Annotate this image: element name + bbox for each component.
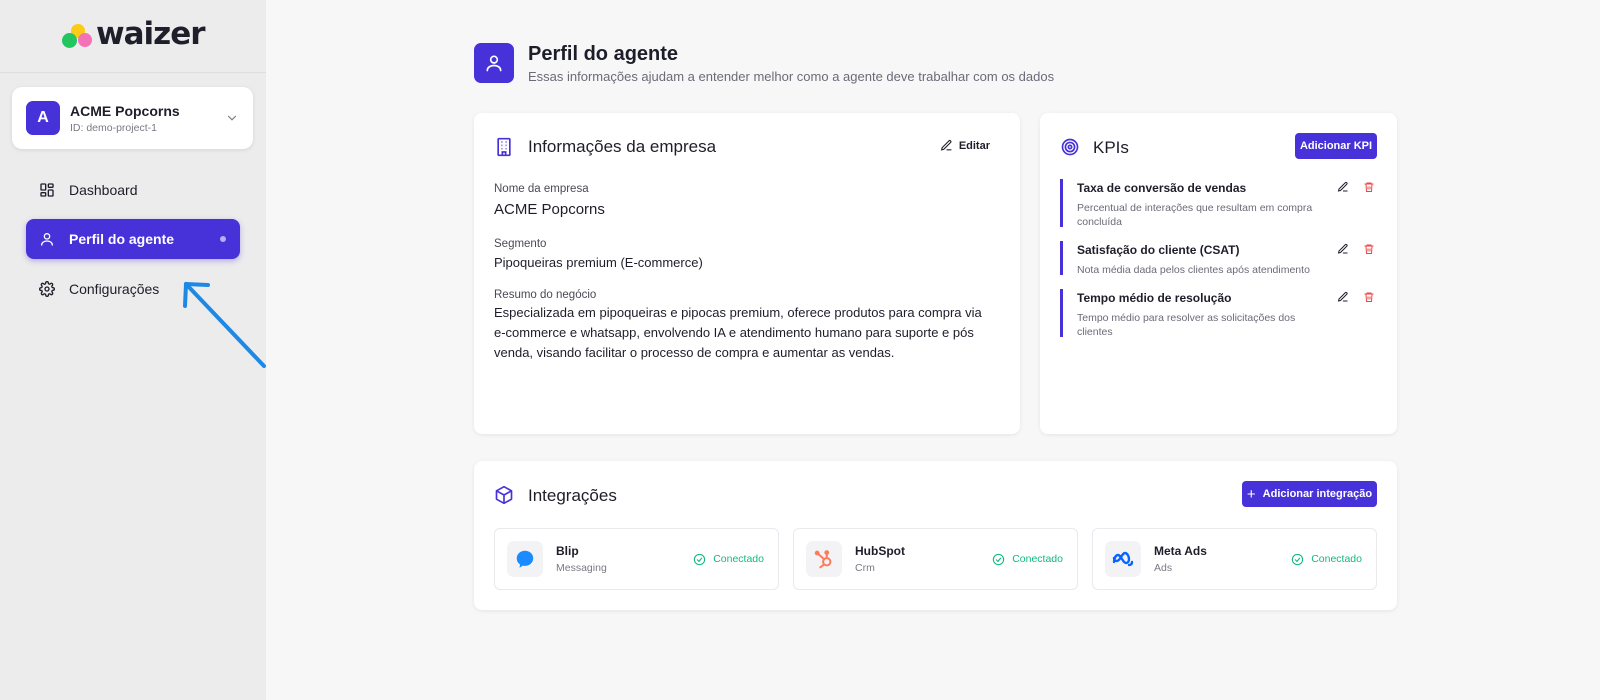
company-name-label: Nome da empresa	[494, 183, 589, 195]
page-subtitle: Essas informações ajudam a entender melh…	[528, 69, 1055, 84]
project-id: ID: demo-project-1	[70, 121, 157, 134]
annotation-arrow-icon	[183, 282, 266, 368]
user-icon	[486, 55, 502, 72]
add-kpi-button[interactable]: Adicionar KPI	[1295, 133, 1377, 159]
kpis-card-title: KPIs	[1093, 138, 1129, 157]
integration-item-blip[interactable]: Blip Messaging Conectado	[494, 528, 779, 590]
integration-item-meta-ads[interactable]: Meta Ads Ads Conectado	[1092, 528, 1377, 590]
gear-icon	[39, 281, 55, 297]
kpi-description: Percentual de interações que resultam em…	[1077, 202, 1313, 228]
plus-icon: +	[1246, 485, 1256, 503]
trash-icon[interactable]	[1363, 291, 1375, 303]
kpi-item: Taxa de conversão de vendas Percentual d…	[1060, 179, 1375, 228]
trash-icon[interactable]	[1363, 243, 1375, 255]
segment-label: Segmento	[494, 238, 547, 250]
kpi-name: Satisfação do cliente (CSAT)	[1077, 243, 1240, 257]
kpi-item: Tempo médio de resolução Tempo médio par…	[1060, 289, 1375, 338]
status-text: Conectado	[713, 553, 764, 565]
user-icon	[41, 233, 53, 246]
business-summary-value: Especializada em pipoqueiras e pipocas p…	[494, 305, 982, 360]
integration-name: Blip	[556, 544, 579, 558]
integration-name: Meta Ads	[1154, 544, 1207, 558]
blip-logo-icon	[507, 541, 543, 577]
kpi-description: Nota média dada pelos clientes após aten…	[1077, 264, 1310, 276]
project-name: ACME Popcorns	[70, 102, 180, 119]
project-selector[interactable]: A ACME Popcorns ID: demo-project-1	[12, 87, 253, 149]
kpis-card: KPIs Adicionar KPI Taxa de conversão de …	[1040, 113, 1397, 434]
integration-type: Crm	[855, 562, 875, 574]
active-indicator-dot	[220, 236, 226, 242]
trash-icon[interactable]	[1363, 181, 1375, 193]
logo-text: waizer	[96, 16, 206, 52]
company-card-title: Informações da empresa	[528, 137, 717, 156]
integration-type: Ads	[1154, 562, 1173, 574]
sidebar-item-label: Configurações	[69, 281, 160, 297]
sidebar-item-label: Dashboard	[69, 182, 138, 198]
page-title: Perfil do agente	[528, 43, 679, 65]
add-integration-label: Adicionar integração	[1262, 488, 1373, 500]
integration-type: Messaging	[556, 562, 607, 574]
sidebar: waizer A ACME Popcorns ID: demo-project-…	[0, 0, 266, 700]
check-circle-icon	[694, 553, 706, 565]
status-badge: Conectado	[1291, 553, 1362, 566]
package-icon	[495, 485, 513, 505]
logo-mark-icon	[60, 19, 94, 49]
status-badge: Conectado	[693, 553, 764, 566]
edit-label: Editar	[958, 139, 990, 152]
check-circle-icon	[993, 553, 1005, 565]
status-badge: Conectado	[992, 553, 1063, 566]
edit-icon[interactable]	[1337, 243, 1349, 255]
hubspot-logo-icon	[806, 541, 842, 577]
kpi-description: Tempo médio para resolver as solicitaçõe…	[1077, 312, 1296, 338]
business-summary-label: Resumo do negócio	[494, 289, 597, 301]
sidebar-item-dashboard[interactable]: Dashboard	[26, 170, 240, 210]
meta-logo-icon	[1105, 541, 1141, 577]
status-text: Conectado	[1311, 553, 1362, 565]
add-integration-button[interactable]: + Adicionar integração	[1242, 481, 1377, 507]
integrations-card: Integrações + Adicionar integração Blip …	[474, 461, 1397, 610]
status-text: Conectado	[1012, 553, 1063, 565]
project-avatar: A	[26, 101, 60, 135]
integration-name: HubSpot	[855, 544, 905, 558]
edit-icon[interactable]	[1337, 291, 1349, 303]
waizer-logo[interactable]: waizer	[60, 16, 206, 52]
sidebar-divider	[0, 72, 266, 73]
edit-company-button[interactable]: Editar	[940, 139, 990, 152]
integration-item-hubspot[interactable]: HubSpot Crm Conectado	[793, 528, 1078, 590]
chevron-down-icon	[227, 115, 237, 121]
page-header-icon	[474, 43, 514, 83]
segment-value: Pipoqueiras premium (E-commerce)	[494, 255, 703, 270]
edit-icon	[940, 140, 952, 151]
edit-icon[interactable]	[1337, 181, 1349, 193]
kpi-name: Taxa de conversão de vendas	[1077, 181, 1247, 195]
target-icon	[1061, 138, 1079, 156]
kpi-name: Tempo médio de resolução	[1077, 291, 1232, 305]
check-circle-icon	[1292, 553, 1304, 565]
sidebar-item-perfil-do-agente[interactable]: Perfil do agente	[26, 219, 240, 259]
company-name-value: ACME Popcorns	[494, 201, 605, 218]
company-info-card: Informações da empresa Editar Nome da em…	[474, 113, 1020, 434]
sidebar-item-label: Perfil do agente	[69, 231, 175, 247]
integrations-card-title: Integrações	[528, 486, 617, 505]
building-icon	[497, 137, 511, 157]
dashboard-icon	[40, 183, 54, 197]
kpi-item: Satisfação do cliente (CSAT) Nota média …	[1060, 241, 1375, 276]
